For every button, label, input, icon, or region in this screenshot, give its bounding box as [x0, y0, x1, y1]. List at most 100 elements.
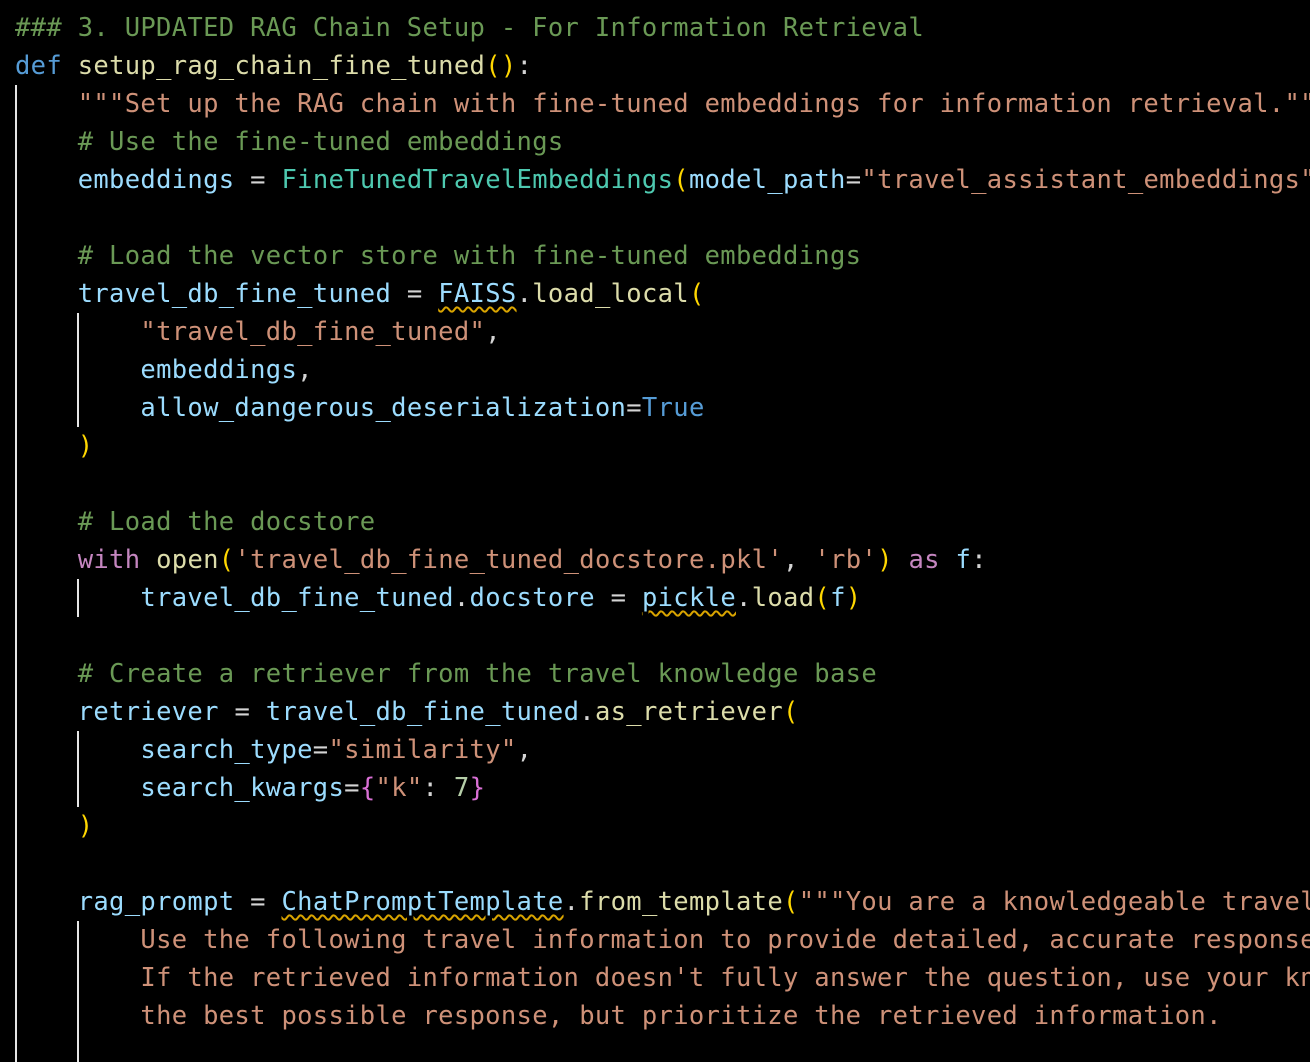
code-token: as [908, 545, 940, 575]
code-token: the best possible response, but prioriti… [140, 1001, 1222, 1031]
code-token: = [234, 165, 282, 195]
code-line[interactable]: """Set up the RAG chain with fine-tuned … [15, 85, 1310, 123]
code-token: = [626, 393, 642, 423]
code-line[interactable]: "travel_db_fine_tuned", [15, 313, 501, 351]
code-token: "travel_db_fine_tuned" [140, 317, 486, 347]
code-token: () [485, 51, 517, 81]
code-line[interactable]: # Load the docstore [15, 503, 375, 541]
code-token: "k" [375, 773, 423, 803]
code-line[interactable]: search_type="similarity", [15, 731, 532, 769]
code-token: # Load the docstore [77, 507, 376, 537]
code-line[interactable]: If the retrieved information doesn't ful… [15, 959, 1310, 997]
code-line[interactable]: retriever = travel_db_fine_tuned.as_retr… [15, 693, 799, 731]
code-token: ( [218, 545, 235, 575]
code-token: : [516, 51, 533, 81]
code-line[interactable]: # Use the fine-tuned embeddings [15, 123, 564, 161]
code-token: : [971, 545, 987, 575]
code-token: travel_db_fine_tuned [77, 279, 392, 309]
code-token: "similarity" [328, 735, 517, 765]
code-line[interactable]: travel_db_fine_tuned.docstore = pickle.l… [15, 579, 861, 617]
code-token: 7 [453, 773, 470, 803]
code-line[interactable]: the best possible response, but prioriti… [15, 997, 1222, 1035]
code-token: with [77, 545, 141, 575]
code-line[interactable]: def setup_rag_chain_fine_tuned(): [15, 47, 532, 85]
code-line[interactable]: embeddings, [15, 351, 313, 389]
code-token: "travel_assistant_embeddings" [861, 165, 1310, 195]
code-token: . [736, 583, 752, 613]
code-token: . [453, 583, 470, 613]
code-token: FineTunedTravelEmbeddings [281, 165, 674, 195]
code-line[interactable]: ### 3. UPDATED RAG Chain Setup - For Inf… [15, 9, 924, 47]
code-token: . [579, 697, 595, 727]
code-line[interactable]: ) [15, 807, 93, 845]
code-token: f [955, 545, 972, 575]
code-token: ( [688, 279, 705, 309]
code-token: 'travel_db_fine_tuned_docstore.pkl' [234, 545, 784, 575]
code-token: ### 3. UPDATED RAG Chain Setup - For Inf… [15, 13, 924, 43]
code-token: { [359, 773, 376, 803]
code-line[interactable]: allow_dangerous_deserialization=True [15, 389, 705, 427]
warning-token: pickle [641, 583, 736, 613]
code-line[interactable]: rag_prompt = ChatPromptTemplate.from_tem… [15, 883, 1310, 921]
code-token: = [391, 279, 439, 309]
code-token: ) [845, 583, 862, 613]
code-token: embeddings [77, 165, 235, 195]
code-token: True [641, 393, 705, 423]
code-token: = [234, 887, 282, 917]
code-line[interactable]: ) [15, 427, 93, 465]
code-editor[interactable]: ### 3. UPDATED RAG Chain Setup - For Inf… [0, 0, 1310, 1062]
code-token: = [218, 697, 266, 727]
code-token: ( [783, 697, 799, 727]
code-token: docstore [469, 583, 595, 613]
code-token: # Load the vector store with fine-tuned … [77, 241, 862, 271]
code-line[interactable]: search_kwargs={"k": 7} [15, 769, 485, 807]
code-token: travel_db_fine_tuned [140, 583, 454, 613]
code-token: . [563, 887, 580, 917]
code-token: from_template [579, 887, 784, 917]
code-token: load [751, 583, 815, 613]
code-line[interactable]: embeddings = FineTunedTravelEmbeddings(m… [15, 161, 1310, 199]
code-token: : [422, 773, 454, 803]
code-line[interactable]: # Create a retriever from the travel kno… [15, 655, 877, 693]
code-token: , [297, 355, 313, 385]
code-token: ( [783, 887, 799, 917]
code-token: = [594, 583, 642, 613]
code-line[interactable]: Use the following travel information to … [15, 921, 1310, 959]
code-line[interactable]: # Load the vector store with fine-tuned … [15, 237, 861, 275]
code-token: open [156, 545, 219, 575]
code-token: f [830, 583, 846, 613]
code-line[interactable]: with open('travel_db_fine_tuned_docstore… [15, 541, 987, 579]
code-token: , [516, 735, 533, 765]
code-token: 'rb' [814, 545, 878, 575]
code-token: , [783, 545, 815, 575]
code-token: = [845, 165, 862, 195]
code-token: def [15, 51, 63, 81]
code-token: load_local [532, 279, 689, 309]
code-token: # Use the fine-tuned embeddings [77, 127, 564, 157]
code-token: """Set up the RAG chain with fine-tuned … [77, 89, 1310, 119]
code-token: ( [814, 583, 831, 613]
code-token: # Create a retriever from the travel kno… [77, 659, 877, 689]
warning-token: FAISS [438, 279, 517, 309]
code-token: as_retriever [594, 697, 784, 727]
code-token: ) [877, 545, 893, 575]
code-token: , [485, 317, 501, 347]
code-token: ) [77, 431, 94, 461]
code-token: embeddings [140, 355, 298, 385]
code-line[interactable]: travel_db_fine_tuned = FAISS.load_local( [15, 275, 705, 313]
